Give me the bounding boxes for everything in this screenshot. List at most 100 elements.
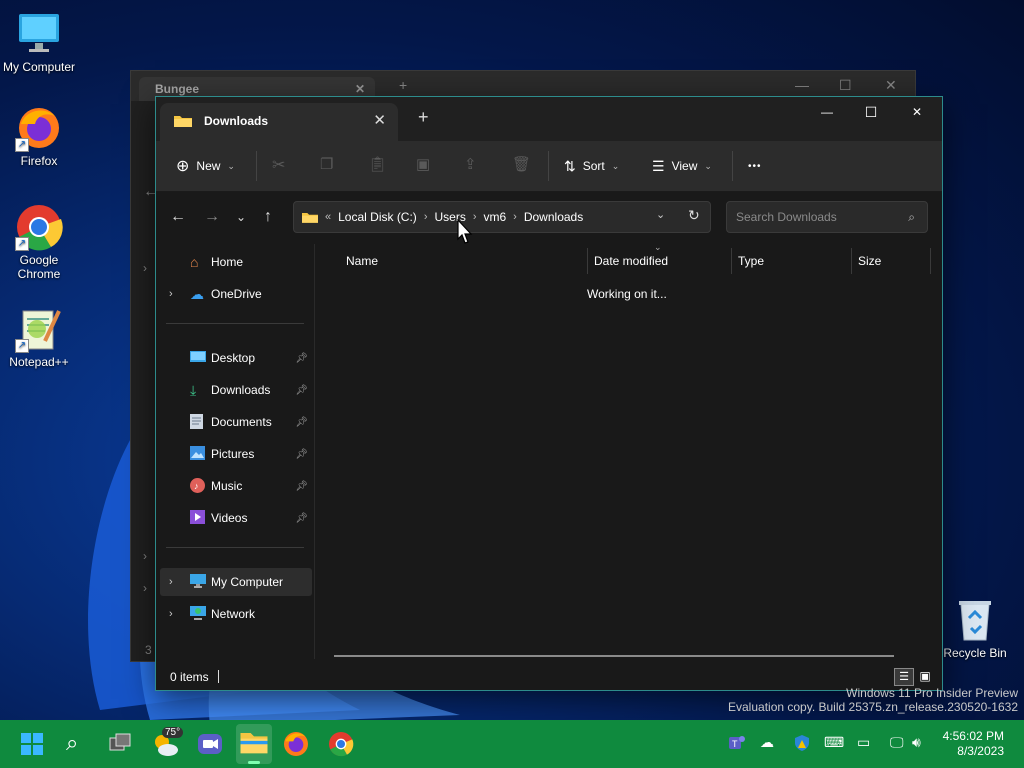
minimize-icon[interactable]: — xyxy=(795,77,809,93)
keyboard-tray-icon[interactable]: ⌨ xyxy=(824,734,844,751)
file-list[interactable]: Name ⌄ Date modified Type Size Working o… xyxy=(318,242,938,659)
chrome-icon xyxy=(329,732,354,757)
sidebar-item-music[interactable]: ♪ Music 📌︎ xyxy=(160,472,312,500)
minimize-button[interactable]: — xyxy=(804,97,850,127)
chevron-right-icon[interactable]: › xyxy=(143,261,147,275)
search-taskbar-button[interactable]: ⌕ xyxy=(60,728,92,760)
meet-app-button[interactable] xyxy=(194,728,226,760)
tiles-view-icon[interactable]: ▣ xyxy=(916,668,934,684)
watermark-line: Windows 11 Pro Insider Preview xyxy=(846,686,1018,700)
file-explorer-taskbar-button[interactable] xyxy=(236,724,272,764)
chevron-right-icon[interactable]: › xyxy=(473,211,477,223)
security-warning-tray-icon[interactable] xyxy=(793,734,811,755)
new-tab-button[interactable]: + xyxy=(418,107,429,128)
column-header-name[interactable]: Name xyxy=(346,254,378,268)
recent-locations-chevron-icon[interactable]: ⌄ xyxy=(236,210,246,224)
desktop-icon-chrome[interactable]: ↗ Google Chrome xyxy=(1,203,77,281)
chevron-right-icon[interactable]: › xyxy=(143,549,147,563)
chevron-right-icon[interactable]: › xyxy=(513,211,517,223)
sidebar-item-desktop[interactable]: Desktop 📌︎ xyxy=(160,344,312,372)
desktop-icon-notepadpp[interactable]: ↗ Notepad++ xyxy=(1,305,77,369)
status-fragment: 3 xyxy=(145,643,152,657)
chevron-right-icon[interactable]: › xyxy=(143,581,147,595)
column-header-date-modified[interactable]: Date modified xyxy=(594,254,668,268)
pin-icon[interactable]: 📌︎ xyxy=(295,449,308,460)
search-icon: ⌕ xyxy=(66,730,79,755)
horizontal-scrollbar[interactable] xyxy=(334,655,894,657)
chrome-taskbar-button[interactable] xyxy=(325,728,357,760)
column-header-type[interactable]: Type xyxy=(738,254,764,268)
close-icon[interactable]: ✕ xyxy=(885,77,897,94)
column-divider[interactable] xyxy=(851,248,852,274)
maximize-icon[interactable]: ☐ xyxy=(839,77,852,94)
column-divider[interactable] xyxy=(930,248,931,274)
new-tab-icon[interactable]: + xyxy=(399,77,407,93)
sidebar-item-network[interactable]: › Network xyxy=(160,600,312,628)
forward-arrow-icon[interactable]: → xyxy=(204,208,220,226)
taskbar-clock[interactable]: 4:56:02 PM 8/3/2023 xyxy=(943,729,1004,759)
address-dropdown-icon[interactable]: ⌄ xyxy=(656,208,665,221)
chevron-right-icon[interactable]: › xyxy=(169,608,173,620)
weather-widget[interactable]: 75° xyxy=(150,727,184,760)
tab-downloads[interactable]: Downloads ✕ xyxy=(160,103,398,141)
desktop-icon-recycle-bin[interactable]: Recycle Bin xyxy=(937,596,1013,660)
sidebar-item-my-computer[interactable]: › My Computer xyxy=(160,568,312,596)
network-tray-icon[interactable]: 🖵︎ xyxy=(890,734,904,751)
chevron-right-icon[interactable]: › xyxy=(169,576,173,588)
cut-icon[interactable]: ✂ xyxy=(272,155,292,175)
sidebar-item-videos[interactable]: Videos 📌︎ xyxy=(160,504,312,532)
share-icon[interactable]: ⇪ xyxy=(464,155,484,175)
desktop-icon-label: Notepad++ xyxy=(9,355,69,369)
pin-icon[interactable]: 📌︎ xyxy=(295,481,308,492)
pin-icon[interactable]: 📌︎ xyxy=(295,513,308,524)
desktop-icon-my-computer[interactable]: My Computer xyxy=(1,10,77,74)
sort-button[interactable]: ⇅ Sort ⌄ xyxy=(564,153,619,179)
paste-icon[interactable]: 📋︎ xyxy=(368,155,388,175)
close-tab-icon[interactable]: ✕ xyxy=(373,111,386,129)
breadcrumb-overflow-icon[interactable]: « xyxy=(325,211,331,223)
onedrive-tray-icon[interactable]: ☁ xyxy=(760,734,774,751)
sidebar-item-onedrive[interactable]: › ☁ OneDrive xyxy=(160,280,312,308)
column-divider[interactable] xyxy=(587,248,588,274)
breadcrumb-item[interactable]: vm6 xyxy=(484,210,507,224)
up-arrow-icon[interactable]: ↑ xyxy=(264,208,272,226)
more-options-button[interactable]: ••• xyxy=(748,153,762,179)
maximize-button[interactable]: ☐ xyxy=(848,97,894,127)
chevron-right-icon[interactable]: › xyxy=(424,211,428,223)
start-button[interactable] xyxy=(16,728,48,760)
sidebar-item-downloads[interactable]: ⤓ Downloads 📌︎ xyxy=(160,376,312,404)
search-icon[interactable]: ⌕ xyxy=(908,202,915,232)
delete-icon[interactable]: 🗑︎ xyxy=(512,155,532,175)
address-bar[interactable]: « Local Disk (C:) › Users › vm6 › Downlo… xyxy=(293,201,711,233)
volume-tray-icon[interactable]: 🔊︎ xyxy=(912,734,921,751)
breadcrumb-item[interactable]: Local Disk (C:) xyxy=(338,210,417,224)
desktop-icon-firefox[interactable]: ↗ Firefox xyxy=(1,104,77,168)
chevron-down-icon: ⌄ xyxy=(704,160,712,171)
rename-icon[interactable]: ▣ xyxy=(416,155,436,175)
back-arrow-icon[interactable]: ← xyxy=(170,208,186,226)
view-button[interactable]: ☰ View ⌄ xyxy=(652,153,712,179)
breadcrumb-item[interactable]: Downloads xyxy=(524,210,583,224)
pin-icon[interactable]: 📌︎ xyxy=(295,353,308,364)
close-window-button[interactable]: ✕ xyxy=(894,97,940,127)
chevron-right-icon[interactable]: › xyxy=(169,288,173,300)
firefox-taskbar-button[interactable] xyxy=(280,728,312,760)
sidebar-item-pictures[interactable]: Pictures 📌︎ xyxy=(160,440,312,468)
refresh-icon[interactable]: ↻ xyxy=(688,207,700,224)
copy-icon[interactable]: ❐ xyxy=(320,155,340,175)
column-header-size[interactable]: Size xyxy=(858,254,881,268)
teams-tray-icon[interactable]: T xyxy=(728,734,746,755)
new-button[interactable]: ⊕ New ⌄ xyxy=(176,153,235,179)
pin-icon[interactable]: 📌︎ xyxy=(295,417,308,428)
sidebar-item-home[interactable]: ⌂ Home xyxy=(160,248,312,276)
details-view-icon[interactable]: ☰ xyxy=(894,668,914,686)
pane-splitter[interactable] xyxy=(314,244,315,659)
search-box[interactable]: Search Downloads ⌕ xyxy=(726,201,928,233)
explorer-window[interactable]: Downloads ✕ + — ☐ ✕ ⊕ New ⌄ ✂ ❐ 📋︎ ▣ ⇪ 🗑… xyxy=(155,96,943,691)
svg-text:T: T xyxy=(732,739,738,749)
language-bar-tray-icon[interactable]: ▭ xyxy=(857,734,870,751)
pin-icon[interactable]: 📌︎ xyxy=(295,385,308,396)
task-view-button[interactable] xyxy=(104,728,136,760)
column-divider[interactable] xyxy=(731,248,732,274)
sidebar-item-documents[interactable]: Documents 📌︎ xyxy=(160,408,312,436)
